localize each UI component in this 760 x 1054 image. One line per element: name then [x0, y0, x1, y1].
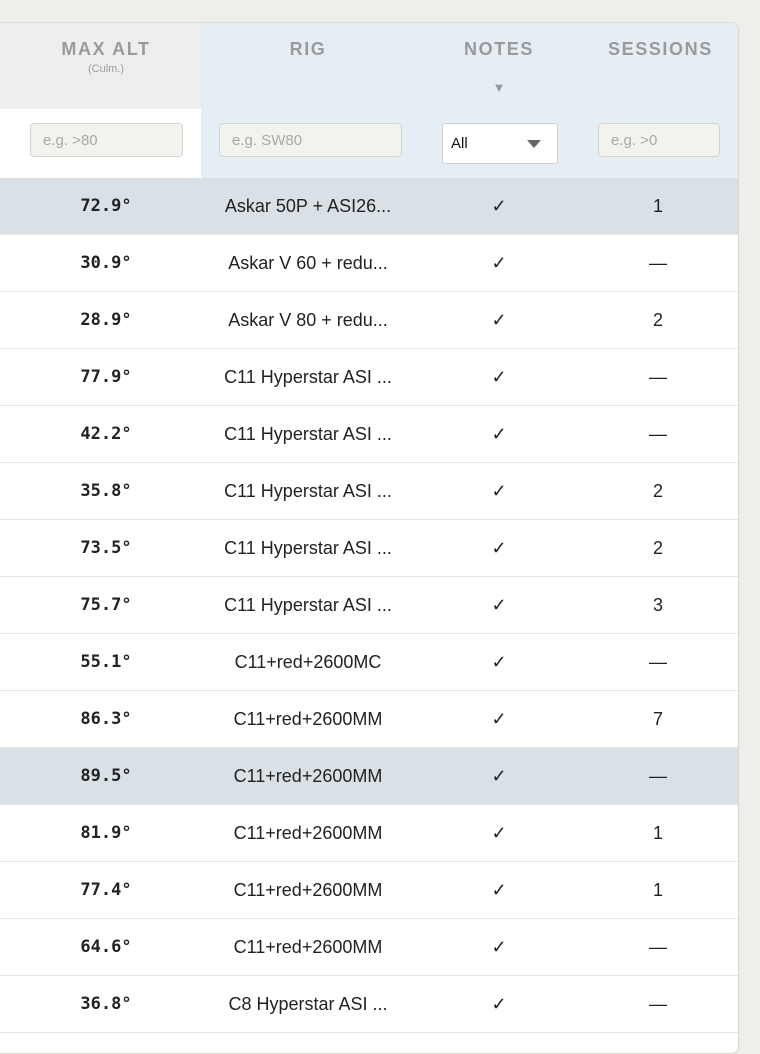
rig-cell: C11+red+2600MM: [233, 880, 383, 900]
table-row[interactable]: 73.5° C11 Hyperstar ASI ... ✓ 2: [0, 520, 738, 577]
col-header-rig[interactable]: RIG: [201, 39, 415, 60]
sessions-cell: 2: [652, 310, 663, 330]
table-row[interactable]: 28.9° Askar V 80 + redu... ✓ 2: [0, 292, 738, 349]
sessions-cell: 3: [652, 595, 663, 615]
sessions-cell: —: [649, 937, 667, 957]
max-alt-cell: 89.5°: [80, 766, 132, 786]
table-row[interactable]: 64.6° C11+red+2600MM ✓ —: [0, 919, 738, 976]
notes-check-cell: ✓: [491, 709, 507, 729]
max-alt-cell: 72.9°: [80, 196, 132, 216]
max-alt-cell: 77.4°: [80, 880, 132, 900]
rig-cell: C11 Hyperstar ASI ...: [224, 424, 392, 444]
sessions-cell: 1: [652, 196, 663, 216]
rig-cell: Askar V 60 + redu...: [228, 253, 388, 273]
rig-cell: C11+red+2600MM: [233, 766, 383, 786]
max-alt-cell: 42.2°: [80, 424, 132, 444]
notes-check-cell: ✓: [491, 823, 507, 843]
max-alt-cell: 28.9°: [80, 310, 132, 330]
sessions-cell: —: [649, 766, 667, 786]
col-header-notes[interactable]: NOTES: [449, 39, 549, 60]
notes-check-cell: ✓: [491, 880, 507, 900]
notes-check-cell: ✓: [491, 310, 507, 330]
notes-check-cell: ✓: [491, 538, 507, 558]
table-row[interactable]: 75.7° C11 Hyperstar ASI ... ✓ 3: [0, 577, 738, 634]
notes-filter-value: All: [451, 135, 468, 152]
rig-filter-input[interactable]: [219, 123, 402, 157]
notes-check-cell: ✓: [491, 481, 507, 501]
max-alt-cell: 64.6°: [80, 937, 132, 957]
table-row[interactable]: 81.9° C11+red+2600MM ✓ 1: [0, 805, 738, 862]
rig-cell: C11+red+2600MM: [233, 823, 383, 843]
sessions-cell: 2: [652, 538, 663, 558]
sessions-cell: —: [649, 652, 667, 672]
rig-cell: C11 Hyperstar ASI ...: [224, 367, 392, 387]
notes-check-cell: ✓: [491, 196, 507, 216]
notes-filter-select[interactable]: All: [442, 123, 558, 164]
max-alt-cell: 86.3°: [80, 709, 132, 729]
notes-check-cell: ✓: [491, 424, 507, 444]
rig-cell: Askar 50P + ASI26...: [224, 196, 392, 216]
rig-cell: C11 Hyperstar ASI ...: [224, 595, 392, 615]
rig-cell: C11+red+2600MC: [234, 652, 382, 672]
table-row[interactable]: 77.9° C11 Hyperstar ASI ... ✓ —: [0, 349, 738, 406]
max-alt-cell: 81.9°: [80, 823, 132, 843]
max-alt-cell: 30.9°: [80, 253, 132, 273]
table-row[interactable]: 86.3° C11+red+2600MM ✓ 7: [0, 691, 738, 748]
table-row[interactable]: 42.2° C11 Hyperstar ASI ... ✓ —: [0, 406, 738, 463]
targets-table: MAX ALT (Culm.) RIG NOTES ▼ SESSIONS All…: [0, 22, 739, 1054]
col-header-max-alt[interactable]: MAX ALT: [0, 39, 223, 60]
col-header-sessions[interactable]: SESSIONS: [608, 39, 711, 60]
table-body: 72.9° Askar 50P + ASI26... ✓ 1 30.9° Askar V …: [0, 178, 738, 1033]
sessions-cell: —: [649, 424, 667, 444]
notes-check-cell: ✓: [491, 367, 507, 387]
chevron-down-icon: [527, 140, 541, 148]
notes-check-cell: ✓: [491, 253, 507, 273]
notes-check-cell: ✓: [491, 652, 507, 672]
max-alt-cell: 77.9°: [80, 367, 132, 387]
table-row[interactable]: 36.8° C8 Hyperstar ASI ... ✓ —: [0, 976, 738, 1033]
rig-cell: C11 Hyperstar ASI ...: [224, 481, 392, 501]
table-row[interactable]: 30.9° Askar V 60 + redu... ✓ —: [0, 235, 738, 292]
sessions-cell: —: [649, 253, 667, 273]
table-row[interactable]: 35.8° C11 Hyperstar ASI ... ✓ 2: [0, 463, 738, 520]
max-alt-cell: 35.8°: [80, 481, 132, 501]
table-row[interactable]: 55.1° C11+red+2600MC ✓ —: [0, 634, 738, 691]
max-alt-cell: 55.1°: [80, 652, 132, 672]
rig-cell: C11 Hyperstar ASI ...: [224, 538, 392, 558]
table-row[interactable]: 77.4° C11+red+2600MM ✓ 1: [0, 862, 738, 919]
table-row[interactable]: 72.9° Askar 50P + ASI26... ✓ 1: [0, 178, 738, 235]
sessions-filter-input[interactable]: [598, 123, 720, 157]
notes-check-cell: ✓: [491, 766, 507, 786]
table-row[interactable]: 89.5° C11+red+2600MM ✓ —: [0, 748, 738, 805]
rig-cell: Askar V 80 + redu...: [228, 310, 388, 330]
max-alt-cell: 73.5°: [80, 538, 132, 558]
notes-check-cell: ✓: [491, 595, 507, 615]
rig-cell: C11+red+2600MM: [233, 937, 383, 957]
sessions-cell: 1: [652, 823, 663, 843]
col-header-max-alt-sub: (Culm.): [87, 63, 125, 75]
sessions-cell: 2: [652, 481, 663, 501]
max-alt-filter-input[interactable]: [30, 123, 183, 157]
notes-check-cell: ✓: [491, 937, 507, 957]
sessions-cell: —: [649, 367, 667, 387]
sessions-cell: 1: [652, 880, 663, 900]
max-alt-cell: 75.7°: [80, 595, 132, 615]
sort-desc-icon[interactable]: ▼: [487, 80, 511, 95]
rig-cell: C11+red+2600MM: [233, 709, 383, 729]
sessions-cell: 7: [652, 709, 663, 729]
